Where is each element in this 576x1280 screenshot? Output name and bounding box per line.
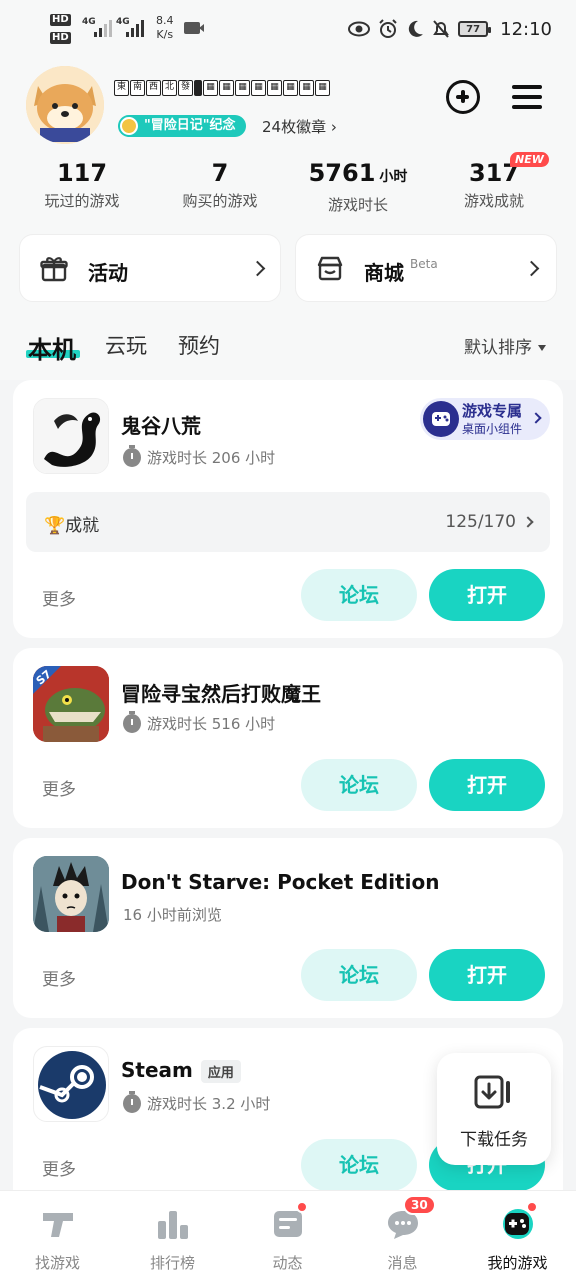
- more-button[interactable]: 更多: [42, 1155, 76, 1180]
- game-last-viewed: 16 小时前浏览: [123, 906, 222, 924]
- chevron-right-icon: [530, 412, 542, 424]
- find-games-icon: [43, 1213, 73, 1237]
- signal-icon: [124, 17, 148, 37]
- chevron-right-icon: [523, 260, 540, 277]
- game-icon[interactable]: [33, 856, 109, 932]
- clock: 12:10: [500, 18, 552, 40]
- shiba-avatar-icon: [26, 66, 104, 144]
- chevron-right-icon: [522, 516, 534, 528]
- tab-cloud[interactable]: 云玩: [105, 330, 147, 360]
- stopwatch-icon: [123, 711, 141, 733]
- video-camera-icon: [199, 24, 204, 32]
- forum-button[interactable]: 论坛: [301, 949, 417, 1001]
- game-title: 鬼谷八荒: [121, 414, 201, 438]
- gamepad-icon: [423, 401, 459, 437]
- stopwatch-icon: [123, 1091, 141, 1113]
- hd-indicator: HD: [50, 32, 71, 44]
- avatar[interactable]: [26, 66, 104, 144]
- achievement-row[interactable]: 🏆成就 125/170: [26, 492, 550, 552]
- nav-my-games[interactable]: 我的游戏: [460, 1191, 575, 1280]
- tab-local[interactable]: 本机: [28, 330, 76, 365]
- desktop-widget-button[interactable]: 游戏专属 桌面小组件: [420, 398, 550, 440]
- eye-icon: [348, 21, 371, 37]
- coin-icon: [120, 117, 138, 135]
- more-button[interactable]: 更多: [42, 965, 76, 990]
- more-button[interactable]: 更多: [42, 775, 76, 800]
- signal-icon: [92, 17, 116, 37]
- status-bar: HD HD 4G 4G 8.4 K/s 77 12:10: [0, 0, 576, 56]
- game-card: S7 冒险寻宝然后打败魔王 游戏时长 516 小时 更多 论坛 打开: [13, 648, 563, 828]
- stopwatch-icon: [123, 445, 141, 467]
- nav-leaderboard[interactable]: 排行榜: [115, 1191, 230, 1280]
- moon-icon: [408, 20, 424, 37]
- forum-button[interactable]: 论坛: [301, 1139, 417, 1191]
- steam-logo-icon: [38, 1051, 106, 1119]
- forum-button[interactable]: 论坛: [301, 759, 417, 811]
- leaderboard-icon: [158, 1211, 188, 1239]
- menu-button[interactable]: [512, 82, 544, 110]
- tab-reserve[interactable]: 预约: [178, 330, 220, 360]
- game-title: 冒险寻宝然后打败魔王: [121, 682, 321, 706]
- achievement-label: 🏆成就: [44, 516, 100, 536]
- add-button[interactable]: [446, 80, 480, 114]
- more-button[interactable]: 更多: [42, 585, 76, 610]
- download-tasks-button[interactable]: 下载任务: [437, 1053, 551, 1165]
- game-title: Steam 应用: [121, 1058, 241, 1083]
- wilson-character-icon: [33, 856, 109, 932]
- activity-card[interactable]: 活动: [19, 234, 281, 302]
- gift-icon: [40, 257, 68, 282]
- nav-find-games[interactable]: 找游戏: [0, 1191, 115, 1280]
- game-title: Don't Starve: Pocket Edition: [121, 870, 440, 894]
- game-card: 鬼谷八荒 游戏时长 206 小时 游戏专属 桌面小组件 🏆成就 125/170 …: [13, 380, 563, 638]
- battery-icon: 77: [458, 21, 492, 37]
- mall-label: 商城 Beta: [364, 257, 438, 285]
- nav-feed[interactable]: 动态: [230, 1191, 345, 1280]
- net-speed: 8.4 K/s: [156, 14, 174, 41]
- my-games-unread-dot: [526, 1201, 538, 1213]
- dragon-ink-icon: [34, 399, 108, 473]
- video-camera-icon: [184, 22, 200, 34]
- alarm-icon: [379, 19, 397, 38]
- bell-muted-icon: [433, 20, 449, 38]
- open-button[interactable]: 打开: [429, 759, 545, 811]
- game-playtime: 游戏时长 206 小时: [123, 445, 275, 468]
- store-icon: [317, 256, 343, 281]
- game-playtime: 游戏时长 3.2 小时: [123, 1091, 270, 1114]
- message-count-badge: 30: [403, 1195, 436, 1215]
- username: 東南西北發 ▮ ▦ ▦ ▦ ▦ ▦ ▦ ▦ ▦: [114, 80, 330, 100]
- hd-indicator: HD: [50, 14, 71, 26]
- download-tasks-label: 下载任务: [460, 1130, 528, 1150]
- forum-button[interactable]: 论坛: [301, 569, 417, 621]
- caret-down-icon: [538, 345, 546, 351]
- activity-label: 活动: [88, 261, 128, 285]
- new-badge: NEW: [510, 152, 549, 167]
- sort-dropdown[interactable]: 默认排序: [464, 333, 546, 358]
- game-icon[interactable]: [33, 1046, 109, 1122]
- status-right-group: 77 12:10: [348, 16, 552, 42]
- mall-card[interactable]: 商城 Beta: [295, 234, 557, 302]
- feed-unread-dot: [296, 1201, 308, 1213]
- game-playtime: 游戏时长 516 小时: [123, 711, 275, 734]
- stat-purchased[interactable]: 7 购买的游戏: [150, 158, 290, 211]
- game-icon[interactable]: S7: [33, 666, 109, 742]
- open-button[interactable]: 打开: [429, 569, 545, 621]
- bottom-nav: 找游戏 排行榜 动态 30 消息 我的游戏: [0, 1190, 576, 1280]
- stat-playtime[interactable]: 5761 小时 游戏时长: [288, 158, 428, 215]
- badge-count-link[interactable]: 24枚徽章 ›: [262, 116, 337, 137]
- chevron-right-icon: [249, 260, 266, 277]
- stat-played[interactable]: 117 玩过的游戏: [12, 158, 152, 211]
- memorial-badge[interactable]: "冒险日记"纪念: [118, 115, 246, 137]
- game-card: Don't Starve: Pocket Edition 16 小时前浏览 更多…: [13, 838, 563, 1018]
- nav-messages[interactable]: 30 消息: [345, 1191, 460, 1280]
- game-icon[interactable]: [33, 398, 109, 474]
- open-button[interactable]: 打开: [429, 949, 545, 1001]
- download-icon: [474, 1075, 510, 1109]
- app-tag: 应用: [200, 1060, 241, 1083]
- achievement-progress: 125/170: [445, 512, 516, 532]
